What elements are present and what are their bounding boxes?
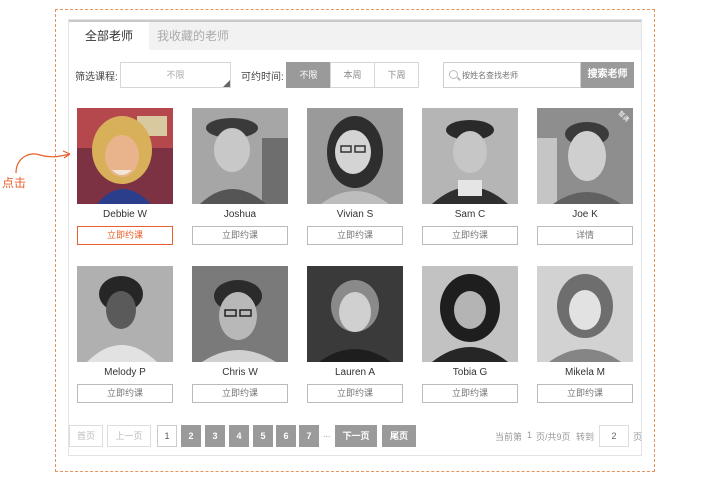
page-info-total: 页/共9页 [536,432,571,442]
details-button[interactable]: 详情 [537,226,633,245]
tab-bar: 全部老师 我收藏的老师 [69,20,641,50]
page-info-current: 1 [527,430,533,440]
search-teacher-button[interactable]: 搜索老师 [581,62,634,88]
book-now-button[interactable]: 立即约课 [77,226,173,245]
teacher-name: Chris W [222,367,258,378]
teacher-name: Joe K [572,209,598,220]
book-now-button[interactable]: 立即约课 [192,226,288,245]
page-info-prefix: 当前第 [495,432,523,442]
book-now-button[interactable]: 立即约课 [192,384,288,403]
search-input[interactable] [462,64,578,86]
goto-label: 转到 [576,432,595,442]
book-now-button[interactable]: 立即约课 [422,226,518,245]
teacher-photo[interactable] [422,108,518,204]
teacher-name: Sam C [454,209,486,220]
filter-row: 筛选课程: 不限 可约时间: 不限 本周 下周 搜索老师 [69,62,641,88]
page-button[interactable]: 7 [299,425,319,447]
tab-favorite-teachers[interactable]: 我收藏的老师 [153,22,233,50]
teacher-photo[interactable] [77,108,173,204]
annotation-click-label: 点击 [2,176,27,190]
time-option-any[interactable]: 不限 [286,62,331,88]
page-button-current[interactable]: 1 [157,425,177,447]
teacher-name: Joshua [223,209,257,220]
page-button[interactable]: 3 [205,425,225,447]
pagination: 首页 上一页 1 2 3 4 5 6 7 ... 下一页 尾页 当前第 1 页/… [69,425,643,447]
course-select[interactable]: 不限 [120,62,231,88]
page-button[interactable]: 6 [276,425,296,447]
teacher-photo[interactable] [307,266,403,362]
goto-page-input[interactable]: 2 [599,425,629,447]
teacher-name: Tobia G [452,367,488,378]
teacher-photo[interactable] [307,108,403,204]
pager-ellipsis: ... [323,429,331,439]
time-option-next-week[interactable]: 下周 [374,62,419,88]
goto-suffix: 页 [633,432,643,442]
search-box [443,62,581,88]
teacher-photo[interactable] [422,266,518,362]
book-now-button[interactable]: 立即约课 [537,384,633,403]
time-filter-group: 不限 本周 下周 [286,62,419,88]
next-page-button[interactable]: 下一页 [335,425,377,447]
teacher-name: Mikela M [564,367,605,378]
page-button[interactable]: 5 [253,425,273,447]
book-now-button[interactable]: 立即约课 [307,384,403,403]
prev-page-button[interactable]: 上一页 [107,425,151,447]
book-now-button[interactable]: 立即约课 [307,226,403,245]
teacher-photo[interactable] [192,108,288,204]
time-option-this-week[interactable]: 本周 [330,62,375,88]
book-now-button[interactable]: 立即约课 [77,384,173,403]
first-page-button[interactable]: 首页 [69,425,103,447]
teacher-photo[interactable] [537,266,633,362]
time-filter-label: 可约时间: [241,72,284,83]
teacher-name: Melody P [104,367,146,378]
teacher-list-panel: 全部老师 我收藏的老师 筛选课程: 不限 可约时间: 不限 本周 下周 搜索老师 [68,19,642,456]
course-select-value: 不限 [166,70,185,80]
teacher-name: Vivian S [336,209,374,220]
tab-all-teachers[interactable]: 全部老师 [69,22,149,50]
book-now-button[interactable]: 立即约课 [422,384,518,403]
search-icon [449,70,458,79]
page-button[interactable]: 4 [229,425,249,447]
page-button[interactable]: 2 [181,425,201,447]
teacher-photo[interactable] [77,266,173,362]
teacher-photo[interactable] [192,266,288,362]
teacher-name: Lauren A [334,367,376,378]
course-filter-label: 筛选课程: [75,72,118,83]
last-page-button[interactable]: 尾页 [382,425,416,447]
teacher-photo[interactable]: 暂满 [537,108,633,204]
dropdown-corner-icon [223,80,230,87]
teacher-name: Debbie W [103,209,147,220]
